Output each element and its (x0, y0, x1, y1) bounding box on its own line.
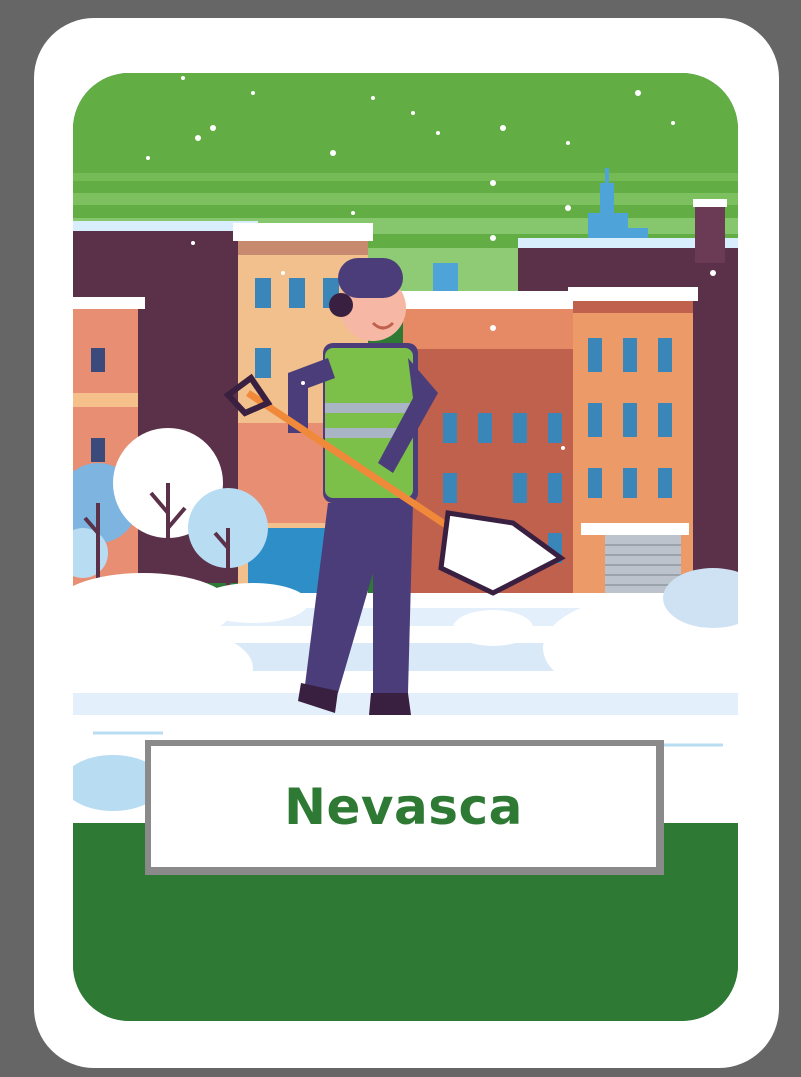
snow-city-scene (73, 73, 738, 1021)
winter-illustration (73, 73, 738, 1021)
title-banner: Nevasca (145, 740, 664, 875)
title-panel: Nevasca (151, 746, 656, 867)
card-title: Nevasca (284, 777, 523, 836)
